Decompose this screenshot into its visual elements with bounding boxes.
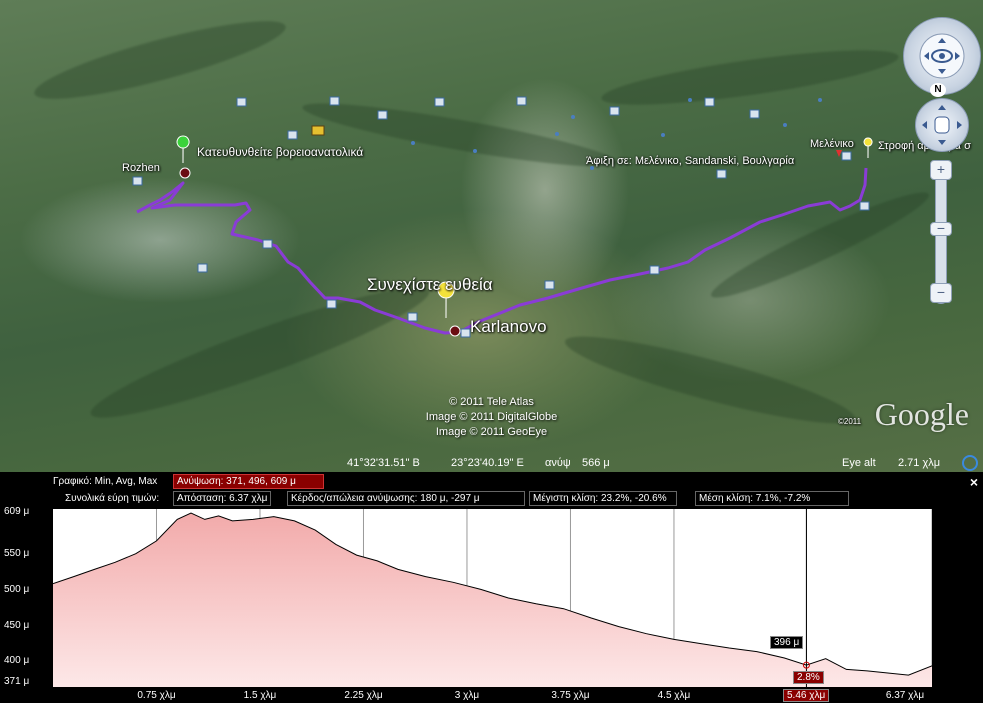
gain-stat[interactable]: Κέρδος/απώλεια ανύψωσης: 180 μ, -297 μ [287,491,525,506]
close-icon[interactable]: × [970,474,978,490]
y-tick-label: 371 μ [4,676,30,687]
x-tick-label: 0.75 χλμ [137,690,176,701]
x-tick-label: 1.5 χλμ [243,690,277,701]
cursor-elevation: 396 μ [770,636,804,649]
zoom-handle[interactable]: − [930,221,952,236]
y-tick-label: 500 μ [4,583,30,595]
continue-instruction[interactable]: Συνεχίστε ευθεία [367,275,493,295]
start-instruction[interactable]: Κατευθυνθείτε βορειοανατολικά [197,145,363,159]
zoom-out-button[interactable]: − [930,283,952,303]
elevation-stat[interactable]: Ανύψωση: 371, 496, 609 μ [173,474,324,489]
start-label[interactable]: Rozhen [122,162,160,174]
credit-geoeye: Image © 2011 GeoEye [435,426,548,438]
move-control[interactable] [915,98,969,152]
eye-icon [919,33,965,79]
y-tick-label: 400 μ [4,655,30,667]
waypoint-label[interactable]: Karlanovo [470,317,547,337]
range-label: Συνολικά εύρη τιμών: [65,493,160,504]
loading-icon [962,455,978,471]
eye-alt-value: 2.71 χλμ [898,457,941,469]
end-label[interactable]: Μελένικο [810,138,854,150]
zoom-in-button[interactable]: + [930,160,952,180]
latitude: 41°32'31.51" B [347,457,420,469]
x-tick-label: 4.5 χλμ [657,690,691,701]
elevation-label: ανύψ [545,457,571,469]
x-tick-label: 6.37 χλμ [885,690,925,701]
x-tick-label: 3.75 χλμ [551,690,590,701]
x-tick-label: 2.25 χλμ [344,690,383,701]
distance-stat[interactable]: Απόσταση: 6.37 χλμ [173,491,272,506]
longitude: 23°23'40.19" E [451,457,524,469]
google-year: ©2011 [838,417,862,426]
eye-alt-label: Eye alt [842,457,876,469]
hand-icon [922,105,962,145]
cursor-slope: 2.8% [793,671,824,684]
credit-tele-atlas: © 2011 Tele Atlas [449,396,534,408]
graph-label: Γραφικό: Min, Avg, Max [53,476,158,487]
earth-map-view[interactable]: Rozhen Κατευθυνθείτε βορειοανατολικά Συν… [0,0,983,472]
y-tick-label: 609 μ [4,506,30,517]
max-slope-stat[interactable]: Μέγιστη κλίση: 23.2%, -20.6% [529,491,677,506]
elevation-value: 566 μ [582,457,610,469]
route-path [136,167,868,335]
avg-slope-stat[interactable]: Μέση κλίση: 7.1%, -7.2% [695,491,849,506]
status-bar: 41°32'31.51" B 23°23'40.19" E ανύψ 566 μ… [0,455,983,472]
elevation-chart[interactable] [53,509,932,687]
cursor-distance: 5.46 χλμ [783,689,830,702]
credit-digitalglobe: Image © 2011 DigitalGlobe [425,411,558,423]
x-tick-label: 3 χλμ [454,690,480,701]
north-indicator[interactable]: N [930,83,946,97]
y-tick-label: 450 μ [4,619,30,631]
arrival-text[interactable]: Άφιξη σε: Μελένικο, Sandanski, Βουλγαρία [586,155,794,167]
y-tick-label: 550 μ [4,548,30,560]
google-logo: Google [874,396,969,432]
